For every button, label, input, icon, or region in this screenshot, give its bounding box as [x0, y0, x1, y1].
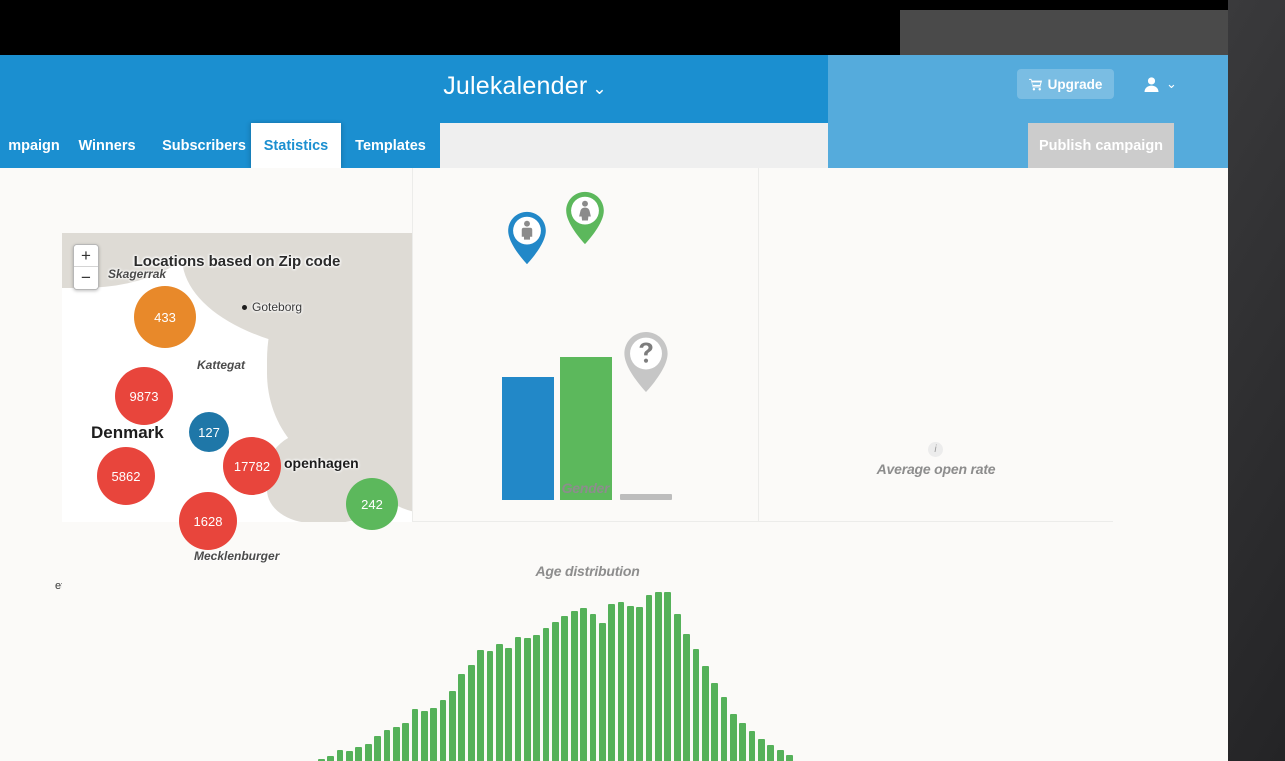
age-bar[interactable]	[524, 637, 531, 761]
age-bar[interactable]	[636, 607, 644, 761]
age-bar[interactable]	[767, 745, 775, 761]
age-bar[interactable]	[758, 738, 765, 761]
user-menu[interactable]: ⌄	[1143, 69, 1177, 99]
age-bar[interactable]	[430, 707, 438, 761]
cart-icon	[1028, 78, 1043, 91]
age-bar[interactable]	[720, 697, 728, 761]
age-bar[interactable]	[627, 606, 634, 761]
age-bar[interactable]	[458, 674, 466, 761]
age-bar[interactable]	[692, 648, 700, 761]
tab-subscribers[interactable]: Subscribers	[146, 123, 262, 168]
device-bezel: Julekalender ⌄ Upgrade ⌄ mpaign Winners Sub…	[0, 0, 1285, 761]
age-bar[interactable]	[711, 682, 718, 761]
screen: Julekalender ⌄ Upgrade ⌄ mpaign Winners Sub…	[0, 55, 1228, 761]
age-bar[interactable]	[786, 754, 793, 761]
map-label-kattegat: Kattegat	[197, 358, 246, 372]
upgrade-button[interactable]: Upgrade	[1017, 69, 1114, 99]
age-bar[interactable]	[673, 613, 681, 761]
age-bar[interactable]	[411, 709, 419, 761]
age-bar[interactable]	[655, 592, 662, 761]
map-city-dot-goteborg	[242, 305, 247, 310]
age-bar[interactable]	[327, 755, 335, 761]
age-bar[interactable]	[617, 601, 625, 761]
age-bar[interactable]	[645, 594, 653, 761]
gender-chart[interactable]	[413, 168, 758, 521]
map-cluster-marker[interactable]: 17782	[223, 437, 281, 495]
age-bar[interactable]	[477, 649, 484, 761]
age-bar[interactable]	[514, 636, 522, 761]
bezel-right-side	[1228, 0, 1285, 761]
age-bar[interactable]	[467, 664, 475, 761]
female-pin-icon	[558, 191, 612, 245]
age-bar[interactable]	[552, 622, 559, 761]
age-bar[interactable]	[374, 735, 381, 761]
map-cluster-marker[interactable]: 9873	[115, 367, 173, 425]
chevron-down-icon: ⌄	[1166, 76, 1177, 91]
age-bar[interactable]	[608, 604, 615, 761]
open-rate-panel: i Average open rate	[759, 168, 1113, 521]
gender-label: Gender	[561, 480, 610, 496]
upgrade-label: Upgrade	[1047, 76, 1103, 92]
tab-statistics[interactable]: Statistics	[251, 123, 341, 168]
age-bar[interactable]	[730, 714, 737, 761]
open-rate-label: Average open rate	[876, 461, 996, 477]
age-bar[interactable]	[776, 750, 784, 761]
tab-winners[interactable]: Winners	[62, 123, 152, 168]
age-bar[interactable]	[505, 647, 512, 761]
age-bar[interactable]	[533, 634, 541, 761]
age-bar[interactable]	[449, 691, 456, 761]
age-bar[interactable]	[701, 665, 709, 761]
age-bar[interactable]	[598, 623, 606, 761]
age-bar[interactable]	[664, 592, 672, 761]
map-label-openhagen: openhagen	[284, 455, 359, 471]
map-label-denmark: Denmark	[91, 423, 164, 442]
map-zoom-out-button[interactable]: −	[74, 267, 98, 289]
chevron-down-icon: ⌄	[592, 79, 607, 98]
age-bar[interactable]	[561, 615, 569, 761]
map-zoom-controls[interactable]: + −	[73, 244, 99, 290]
age-distribution-chart[interactable]	[0, 586, 1228, 761]
age-bar[interactable]	[486, 650, 494, 761]
statistics-content: Locations based on Zip code + − Skagerra…	[0, 168, 1228, 761]
age-bar[interactable]	[336, 750, 344, 761]
age-bar[interactable]	[346, 751, 353, 761]
age-bar[interactable]	[383, 730, 391, 761]
age-bar[interactable]	[748, 731, 756, 761]
question-pin-icon	[618, 331, 674, 393]
map-zoom-in-button[interactable]: +	[74, 245, 98, 267]
age-bar[interactable]	[495, 644, 503, 761]
bezel-top-edge	[0, 0, 1285, 10]
male-pin-icon	[500, 211, 554, 265]
app-title-text: Julekalender	[443, 72, 588, 100]
map-cluster-marker[interactable]: 1628	[179, 492, 237, 550]
gender-panel: Gender	[413, 168, 758, 521]
age-bar[interactable]	[355, 747, 363, 761]
age-bar[interactable]	[439, 699, 447, 761]
map-label-goteborg: Goteborg	[252, 300, 303, 314]
age-bar[interactable]	[683, 633, 690, 761]
page-title[interactable]: Julekalender ⌄	[380, 72, 670, 101]
age-bar[interactable]	[542, 628, 550, 761]
map-cluster-marker[interactable]: 242	[346, 478, 398, 530]
map-title: Locations based on Zip code	[133, 253, 341, 270]
age-bar[interactable]	[739, 722, 747, 761]
map-cluster-marker[interactable]: 5862	[97, 447, 155, 505]
age-bar[interactable]	[580, 608, 587, 761]
tab-templates[interactable]: Templates	[341, 123, 440, 168]
age-bar[interactable]	[421, 711, 428, 761]
age-bar[interactable]	[589, 613, 597, 761]
age-bar[interactable]	[570, 611, 578, 761]
user-icon	[1143, 76, 1160, 93]
gender-bar-female[interactable]	[560, 357, 612, 500]
publish-campaign-button[interactable]: Publish campaign	[1028, 123, 1174, 168]
age-bar[interactable]	[392, 727, 400, 761]
age-bar[interactable]	[364, 744, 372, 761]
age-distribution-title: Age distribution	[535, 563, 640, 579]
map-label-mecklenburger: Mecklenburger	[194, 549, 280, 563]
age-bar[interactable]	[402, 722, 409, 761]
map-cluster-marker[interactable]: 127	[189, 412, 229, 452]
map-cluster-marker[interactable]: 433	[134, 286, 196, 348]
info-icon[interactable]: i	[928, 442, 943, 457]
